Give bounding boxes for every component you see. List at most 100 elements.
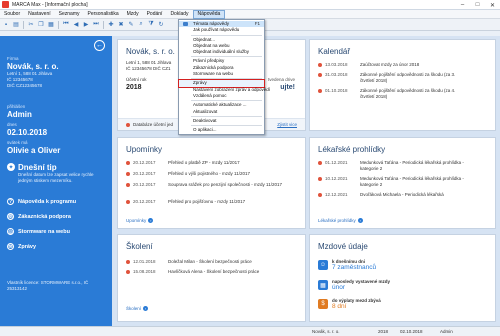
menu-item-remote-help[interactable]: Vzdálená pomoc: [179, 93, 264, 99]
event-dot-icon: [318, 73, 322, 77]
minimize-button[interactable]: –: [455, 0, 470, 10]
calendar-item[interactable]: 31.03.2018 Zákonné pojištění odpovědnost…: [318, 72, 470, 84]
reminder-item[interactable]: 20.12.2017 Přehled o výši pojistného - m…: [126, 171, 286, 177]
sidebar-link-web[interactable]: ◎ Stormware na webu: [7, 228, 70, 235]
edit-record-icon[interactable]: ✎: [127, 21, 135, 29]
event-dot-icon: [318, 63, 322, 67]
menu-item-order-services[interactable]: Objednat individuální služby: [179, 49, 264, 55]
maximize-button[interactable]: □: [470, 0, 485, 10]
help-icon: ?: [7, 198, 14, 205]
medical-item[interactable]: 10.12.2021 Medunková Taťána - Periodická…: [318, 176, 480, 188]
next-record-icon[interactable]: ▶: [82, 21, 90, 29]
reminder-item[interactable]: 20.12.2017 Přehled pro pojišťovnu - mzdy…: [126, 199, 286, 205]
menu-napoveda[interactable]: Nápověda: [192, 9, 226, 19]
medical-item[interactable]: 12.12.2021 Dvořáková Michaela - Periodic…: [318, 192, 480, 198]
close-button[interactable]: ✕: [485, 0, 500, 10]
training-panel: Školení 12.01.2018 Doležal Milan - Škole…: [117, 234, 306, 322]
menu-podani[interactable]: Podání: [143, 10, 167, 19]
reminder-item[interactable]: 20.12.2017 Souprava srážek pro penzijní …: [126, 182, 286, 188]
menu-separator: [191, 125, 262, 127]
namesday-value: Olivie a Oliver: [7, 146, 61, 155]
paste-icon[interactable]: ▦: [47, 21, 55, 29]
support-icon: ☏: [7, 213, 14, 220]
status-user: Admin: [440, 329, 453, 334]
tip-text: Dnešní datum lze zapsat velice rychle je…: [18, 172, 94, 183]
copy-icon[interactable]: ❐: [37, 21, 45, 29]
toolbar-separator: [23, 20, 24, 29]
reminder-dot-icon: [126, 172, 130, 176]
prev-record-icon[interactable]: ◀: [72, 21, 80, 29]
calendar-icon: ▦: [318, 280, 328, 290]
payroll-panel: Mzdové údaje ☺ k dnešnímu dni 7 zaměstna…: [309, 234, 496, 322]
globe-icon: ◎: [7, 228, 14, 235]
sidebar-link-messages[interactable]: ✉ Zprávy: [7, 243, 36, 250]
status-bar: Novák, s. r. o. 2018 02.10.2018 Admin: [0, 326, 500, 336]
firm-name[interactable]: Novák, s. r. o.: [7, 62, 59, 71]
search-icon[interactable]: ⌕: [137, 21, 145, 29]
last-record-icon[interactable]: ⏭: [92, 21, 100, 29]
namesday-label: svátek má: [7, 140, 28, 145]
menu-item-update[interactable]: Aktualizovat: [179, 109, 264, 115]
first-record-icon[interactable]: ⏮: [62, 21, 70, 29]
menu-separator: [191, 115, 262, 117]
namesday-section: svátek má Olivie a Oliver: [7, 140, 60, 155]
menu-separator: [191, 78, 262, 80]
sidebar-link-web-label: Stormware na webu: [18, 228, 70, 235]
medical-dot-icon: [318, 193, 322, 197]
sidebar-link-messages-label: Zprávy: [18, 243, 37, 250]
window-controls: – □ ✕: [455, 0, 500, 10]
menu-seznamy[interactable]: Seznamy: [55, 10, 84, 19]
sidebar-link-help[interactable]: ? Nápověda k programu: [7, 198, 76, 205]
firm-section: Firma Novák, s. r. o. Letní 1, 588 01 Ji…: [7, 56, 59, 89]
menu-item-about[interactable]: O aplikaci...: [179, 127, 264, 133]
partial-text: tvedena drive: [267, 77, 295, 82]
medical-item[interactable]: 01.12.2021 Medunková Taťána - Periodická…: [318, 160, 480, 172]
menu-doklady[interactable]: Doklady: [166, 10, 192, 19]
login-section: přihlášen Admin: [7, 104, 32, 119]
training-link[interactable]: Školení ›: [126, 306, 149, 311]
date-label: dnes: [7, 122, 17, 127]
status-year: 2018: [378, 329, 389, 334]
training-item[interactable]: 12.01.2018 Doležal Milan - Školení bezpe…: [126, 259, 252, 265]
menu-item-deactivate[interactable]: Deaktivovat: [179, 118, 264, 124]
calendar-item[interactable]: 01.10.2018 Zákonné pojištění odpovědnost…: [318, 88, 470, 100]
payroll-days-left: $ do výplaty mezd zbývá 8 dní: [318, 298, 381, 310]
menu-item-stormware-web[interactable]: Stormware na webu: [179, 71, 264, 77]
menu-soubor[interactable]: Soubor: [0, 10, 24, 19]
database-warning: Databáze účetní jed: [126, 122, 173, 128]
status-date: 02.10.2018: [400, 329, 423, 334]
medical-title: Lékařské prohlídky: [318, 145, 386, 154]
back-arrow-icon[interactable]: ←: [94, 40, 105, 51]
menu-separator: [191, 100, 262, 102]
filter-icon[interactable]: ⧩: [147, 21, 155, 29]
calendar-item[interactable]: 13.03.2018 Zaúčtovat mzdy za únor 2018: [318, 62, 470, 68]
warning-dot-icon: [126, 123, 130, 127]
reminders-title: Upomínky: [126, 145, 163, 154]
medical-link[interactable]: Lékařské prohlídky ›: [318, 218, 363, 223]
reminder-item[interactable]: 20.12.2017 Přehled o platbě ZP - mzdy 11…: [126, 160, 286, 166]
training-dot-icon: [126, 270, 130, 274]
print-icon[interactable]: ▤: [12, 21, 20, 29]
menu-item-how-to-use-help[interactable]: Jak používat nápovědu: [179, 27, 264, 33]
arrow-right-icon: ›: [148, 218, 154, 223]
payroll-employees: ☺ k dnešnímu dni 7 zaměstnanců: [318, 259, 377, 271]
refresh-icon[interactable]: ↻: [157, 21, 165, 29]
training-item[interactable]: 15.08.2018 Havlíčková Alena - Školení be…: [126, 269, 259, 275]
reminders-link[interactable]: Upomínky ›: [126, 218, 154, 223]
new-record-icon[interactable]: ✚: [107, 21, 115, 29]
help-menu-dropdown: Témata nápovědy F1 Jak používat nápovědu …: [178, 19, 270, 136]
reminder-dot-icon: [126, 200, 130, 204]
delete-record-icon[interactable]: ✖: [117, 21, 125, 29]
sidebar-link-support[interactable]: ☏ Zákaznická podpora: [7, 213, 71, 220]
find-more-link[interactable]: Zjistit vice: [277, 122, 297, 127]
menu-mzdy[interactable]: Mzdy: [123, 10, 143, 19]
app-icon: [2, 1, 9, 8]
payroll-last-issued: ▦ naposledy vystavené mzdy únor: [318, 279, 390, 291]
cut-icon[interactable]: ✂: [27, 21, 35, 29]
menu-nastaveni[interactable]: Nastavení: [24, 10, 55, 19]
save-icon[interactable]: ▪: [2, 21, 10, 29]
menu-personalistika[interactable]: Personalistika: [83, 10, 122, 19]
calendar-title: Kalendář: [318, 47, 351, 56]
messages-icon: ✉: [7, 243, 14, 250]
login-label: přihlášen: [7, 104, 26, 109]
